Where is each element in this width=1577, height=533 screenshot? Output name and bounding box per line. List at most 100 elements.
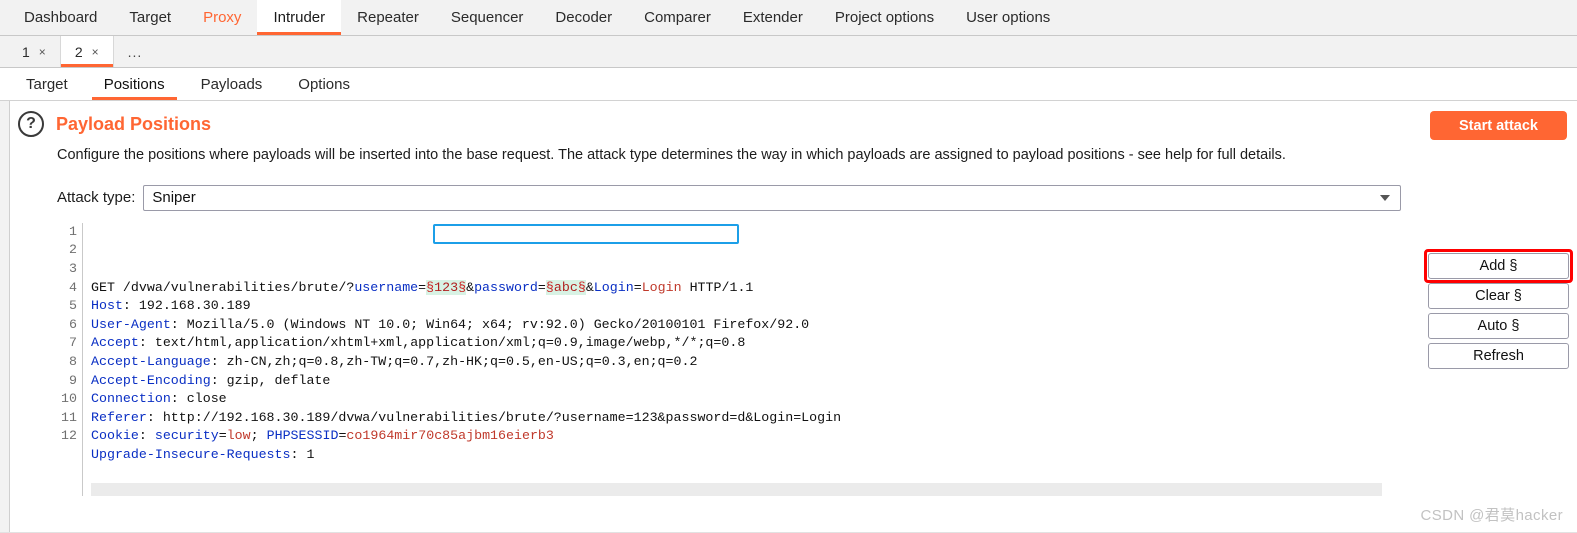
marker-button-clear[interactable]: Clear § xyxy=(1428,283,1569,309)
request-line[interactable]: Upgrade-Insecure-Requests: 1 xyxy=(91,446,1382,465)
main-tab-comparer[interactable]: Comparer xyxy=(628,0,727,35)
code-segment: § xyxy=(458,279,467,295)
request-line[interactable]: Accept-Language: zh-CN,zh;q=0.8,zh-TW;q=… xyxy=(91,353,1382,372)
code-segment: PHPSESSID xyxy=(266,428,339,444)
main-tab-intruder[interactable]: Intruder xyxy=(257,0,342,35)
code-segment: Login xyxy=(593,279,634,295)
line-number: 11 xyxy=(61,409,77,425)
main-tab-user-options[interactable]: User options xyxy=(950,0,1066,35)
code-segment: co1964mir70c85ajbm16eierb3 xyxy=(346,428,554,444)
line-number: 3 xyxy=(69,260,77,276)
code-segment: : zh-CN,zh;q=0.8,zh-TW;q=0.7,zh-HK;q=0.5… xyxy=(210,353,698,369)
request-line[interactable] xyxy=(91,464,1382,483)
marker-button-refresh[interactable]: Refresh xyxy=(1428,343,1569,369)
attack-tab-2[interactable]: 2 × xyxy=(60,36,114,67)
code-segment: § xyxy=(577,279,586,295)
main-tab-repeater[interactable]: Repeater xyxy=(341,0,435,35)
code-segment: & xyxy=(466,279,475,295)
sub-tab-payloads[interactable]: Payloads xyxy=(183,68,281,100)
marker-button-add[interactable]: Add § xyxy=(1428,253,1569,279)
request-line[interactable]: Accept-Encoding: gzip, deflate xyxy=(91,372,1382,391)
request-line[interactable]: Cookie: security=low; PHPSESSID=co1964mi… xyxy=(91,427,1382,446)
main-tab-bar: Dashboard Target Proxy Intruder Repeater Sequ… xyxy=(0,0,1577,36)
code-segment: GET /dvwa/vulnerabilities/brute/? xyxy=(91,279,355,295)
code-segment: Login xyxy=(641,279,682,295)
code-segment: : 1 xyxy=(290,446,315,462)
attack-type-value: Sniper xyxy=(152,189,196,207)
code-segment: § xyxy=(426,279,435,295)
line-number-gutter: 1 2 3 4 5 6 7 8 9 10 11 12 xyxy=(57,222,83,496)
request-line[interactable]: GET /dvwa/vulnerabilities/brute/?usernam… xyxy=(91,279,1382,298)
code-segment: = xyxy=(218,428,227,444)
code-segment: : http://192.168.30.189/dvwa/vulnerabili… xyxy=(146,409,842,425)
watermark: CSDN @君莫hacker xyxy=(1420,507,1563,524)
start-attack-button[interactable]: Start attack xyxy=(1430,111,1567,140)
code-segment: Accept-Encoding xyxy=(91,372,211,388)
code-segment: : gzip, deflate xyxy=(210,372,331,388)
attack-type-label: Attack type: xyxy=(57,189,136,207)
line-number: 12 xyxy=(61,428,77,444)
code-segment: Accept-Language xyxy=(91,353,211,369)
main-tab-extender[interactable]: Extender xyxy=(727,0,819,35)
request-line[interactable]: Referer: http://192.168.30.189/dvwa/vuln… xyxy=(91,409,1382,428)
main-tab-dashboard[interactable]: Dashboard xyxy=(8,0,113,35)
code-segment: & xyxy=(585,279,594,295)
code-segment: password xyxy=(474,279,538,295)
request-line[interactable]: Host: 192.168.30.189 xyxy=(91,297,1382,316)
request-line[interactable]: Accept: text/html,application/xhtml+xml,… xyxy=(91,334,1382,353)
attack-tab-label: 2 xyxy=(74,43,83,60)
chevron-down-icon xyxy=(1380,194,1391,201)
code-segment: : text/html,application/xhtml+xml,applic… xyxy=(138,335,746,351)
attack-tab-bar: 1 × 2 ×... xyxy=(0,36,1577,68)
line-number: 9 xyxy=(69,372,77,388)
code-segment: Host xyxy=(91,298,123,314)
code-segment: = xyxy=(537,279,546,295)
request-editor[interactable]: 1 2 3 4 5 6 7 8 9 10 11 12 GET /dvwa/vulnerabilitie… xyxy=(57,222,1382,496)
code-segment: Upgrade-Insecure-Requests xyxy=(91,446,291,462)
code-segment: low xyxy=(226,428,251,444)
attack-tab-more[interactable]: ... xyxy=(114,36,157,67)
attack-type-select[interactable]: Sniper xyxy=(143,184,1402,211)
request-line[interactable]: User-Agent: Mozilla/5.0 (Windows NT 10.0… xyxy=(91,316,1382,335)
request-line[interactable] xyxy=(91,483,1382,496)
code-segment: Cookie xyxy=(91,428,139,444)
attack-tab-1[interactable]: 1 × xyxy=(8,36,61,67)
intruder-sub-tab-bar: Target Positions Payloads Options xyxy=(0,68,1577,101)
code-segment: ; xyxy=(250,428,267,444)
sub-tab-options[interactable]: Options xyxy=(280,68,368,100)
section-description: Configure the positions where payloads w… xyxy=(57,147,1286,163)
code-segment: abc xyxy=(553,279,578,295)
request-code-area[interactable]: GET /dvwa/vulnerabilities/brute/?usernam… xyxy=(83,223,1382,496)
marker-button-auto[interactable]: Auto § xyxy=(1428,313,1569,339)
code-segment: Accept xyxy=(91,335,139,351)
code-segment: 123 xyxy=(434,279,459,295)
main-tab-sequencer[interactable]: Sequencer xyxy=(435,0,540,35)
main-tab-proxy[interactable]: Proxy xyxy=(187,0,257,35)
code-segment: : 192.168.30.189 xyxy=(122,298,251,314)
code-segment: § xyxy=(545,279,554,295)
code-segment: Referer xyxy=(91,409,147,425)
close-icon[interactable]: × xyxy=(92,45,99,59)
code-segment: = xyxy=(633,279,642,295)
attack-type-row: Attack type: Sniper xyxy=(57,184,1420,211)
page-title: Payload Positions xyxy=(56,113,212,134)
close-icon[interactable]: × xyxy=(39,45,46,59)
positions-panel: ? Payload Positions Configure the positi… xyxy=(10,101,1420,533)
main-tab-decoder[interactable]: Decoder xyxy=(539,0,628,35)
attack-tab-label: 1 xyxy=(22,43,30,60)
code-segment: username xyxy=(354,279,419,295)
payload-marker-buttons: Add § Clear § Auto § Refresh xyxy=(1428,253,1569,369)
main-tab-target[interactable]: Target xyxy=(113,0,187,35)
code-segment: = xyxy=(418,279,427,295)
line-number: 8 xyxy=(69,353,77,369)
line-number: 5 xyxy=(69,298,77,314)
sub-tab-target[interactable]: Target xyxy=(8,68,86,100)
main-tab-project-options[interactable]: Project options xyxy=(819,0,950,35)
line-number: 2 xyxy=(69,242,77,258)
payload-selection-box xyxy=(433,223,739,244)
sub-tab-positions[interactable]: Positions xyxy=(86,68,183,100)
request-line[interactable]: Connection: close xyxy=(91,390,1382,409)
right-button-panel: Start attack Add § Clear § Auto § Refresh xyxy=(1420,101,1577,533)
help-icon[interactable]: ? xyxy=(18,111,44,137)
line-number: 1 xyxy=(69,223,77,239)
